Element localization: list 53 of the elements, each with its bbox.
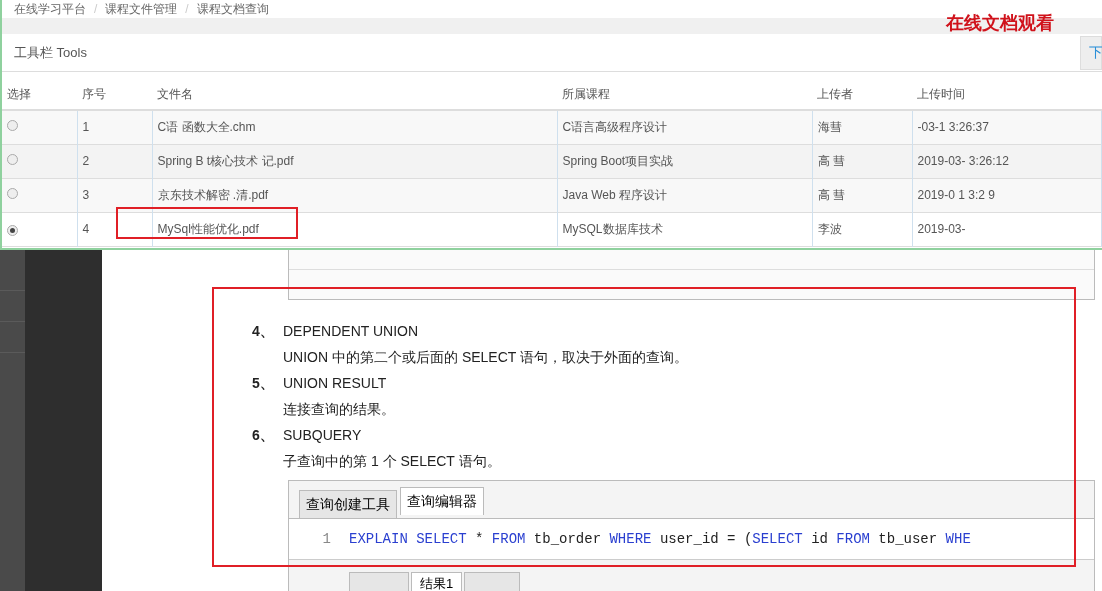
column-header: 序号 <box>82 86 106 101</box>
table-cell: 2 <box>82 154 90 168</box>
list-number: 4、 <box>252 322 275 341</box>
table-cell: 高 彗 <box>817 154 845 168</box>
table-cell: 海彗 <box>817 120 842 135</box>
column-header: 所属课程 <box>562 86 610 101</box>
annotation-text: 在线文档观看 <box>946 12 1054 35</box>
table-cell: 2019-03- 3:26:12 <box>917 154 1009 168</box>
code-line: EXPLAIN SELECT * FROM tb_order WHERE user_id = (SELECT id FROM tb_user WHE <box>349 529 971 549</box>
radio-button[interactable] <box>7 188 18 199</box>
result-tab[interactable]: 结果1 <box>411 572 463 591</box>
table-cell: 高 彗 <box>817 188 845 202</box>
table-cell: 4 <box>82 222 90 236</box>
table-cell: 2019-0 1 3:2 9 <box>917 188 995 202</box>
breadcrumb-item[interactable]: 在线学习平台 <box>14 0 86 18</box>
table-cell: C语言高级程序设计 <box>562 120 668 135</box>
list-title: UNION RESULT <box>283 374 387 393</box>
breadcrumb-separator: / <box>94 1 98 18</box>
editor-tab[interactable]: 查询编辑器 <box>400 487 484 515</box>
column-header: 选择 <box>7 86 31 101</box>
table-cell: -03-1 3:26:37 <box>917 120 989 135</box>
table-cell: C语 函数大全.chm <box>157 120 256 135</box>
editor-tab[interactable]: 查询创建工具 <box>299 490 397 518</box>
column-header: 上传时间 <box>917 86 965 101</box>
table-cell: MySql性能优化.pdf <box>157 222 259 236</box>
table-cell: 3 <box>82 188 90 202</box>
breadcrumb-item[interactable]: 课程文件管理 <box>105 0 178 18</box>
result-tab[interactable] <box>349 572 409 591</box>
column-header: 上传者 <box>817 86 853 101</box>
radio-button[interactable] <box>7 120 18 132</box>
table-cell: Spring B t核心技术 记.pdf <box>157 154 294 168</box>
table-cell: 2019-03- <box>917 222 966 236</box>
radio-button[interactable] <box>7 154 18 165</box>
toolbar-title: 工具栏 Tools <box>14 43 87 62</box>
table-cell: Spring Boot项目实战 <box>562 154 674 168</box>
table-cell: 1 <box>82 120 90 135</box>
line-number: 1 <box>321 529 332 549</box>
column-header: 文件名 <box>157 86 193 101</box>
table-cell: 京东技术解密 .清.pdf <box>157 188 269 202</box>
radio-button[interactable] <box>7 225 18 236</box>
list-title: DEPENDENT UNION <box>283 322 419 341</box>
list-description: 子查询中的第 1 个 SELECT 语句。 <box>283 453 501 469</box>
table-cell: 李波 <box>817 222 842 236</box>
table-cell: MySQL数据库技术 <box>562 222 663 236</box>
list-number: 6、 <box>252 426 275 445</box>
list-description: 连接查询的结果。 <box>283 401 395 417</box>
list-description: UNION 中的第二个或后面的 SELECT 语句，取决于外面的查询。 <box>283 349 688 365</box>
breadcrumb-item: 课程文档查询 <box>196 1 269 18</box>
breadcrumb-separator: / <box>185 1 189 18</box>
list-number: 5、 <box>252 374 275 393</box>
list-title: SUBQUERY <box>283 426 362 445</box>
result-tab[interactable] <box>464 572 521 591</box>
table-cell: Java Web 程序设计 <box>562 188 667 202</box>
